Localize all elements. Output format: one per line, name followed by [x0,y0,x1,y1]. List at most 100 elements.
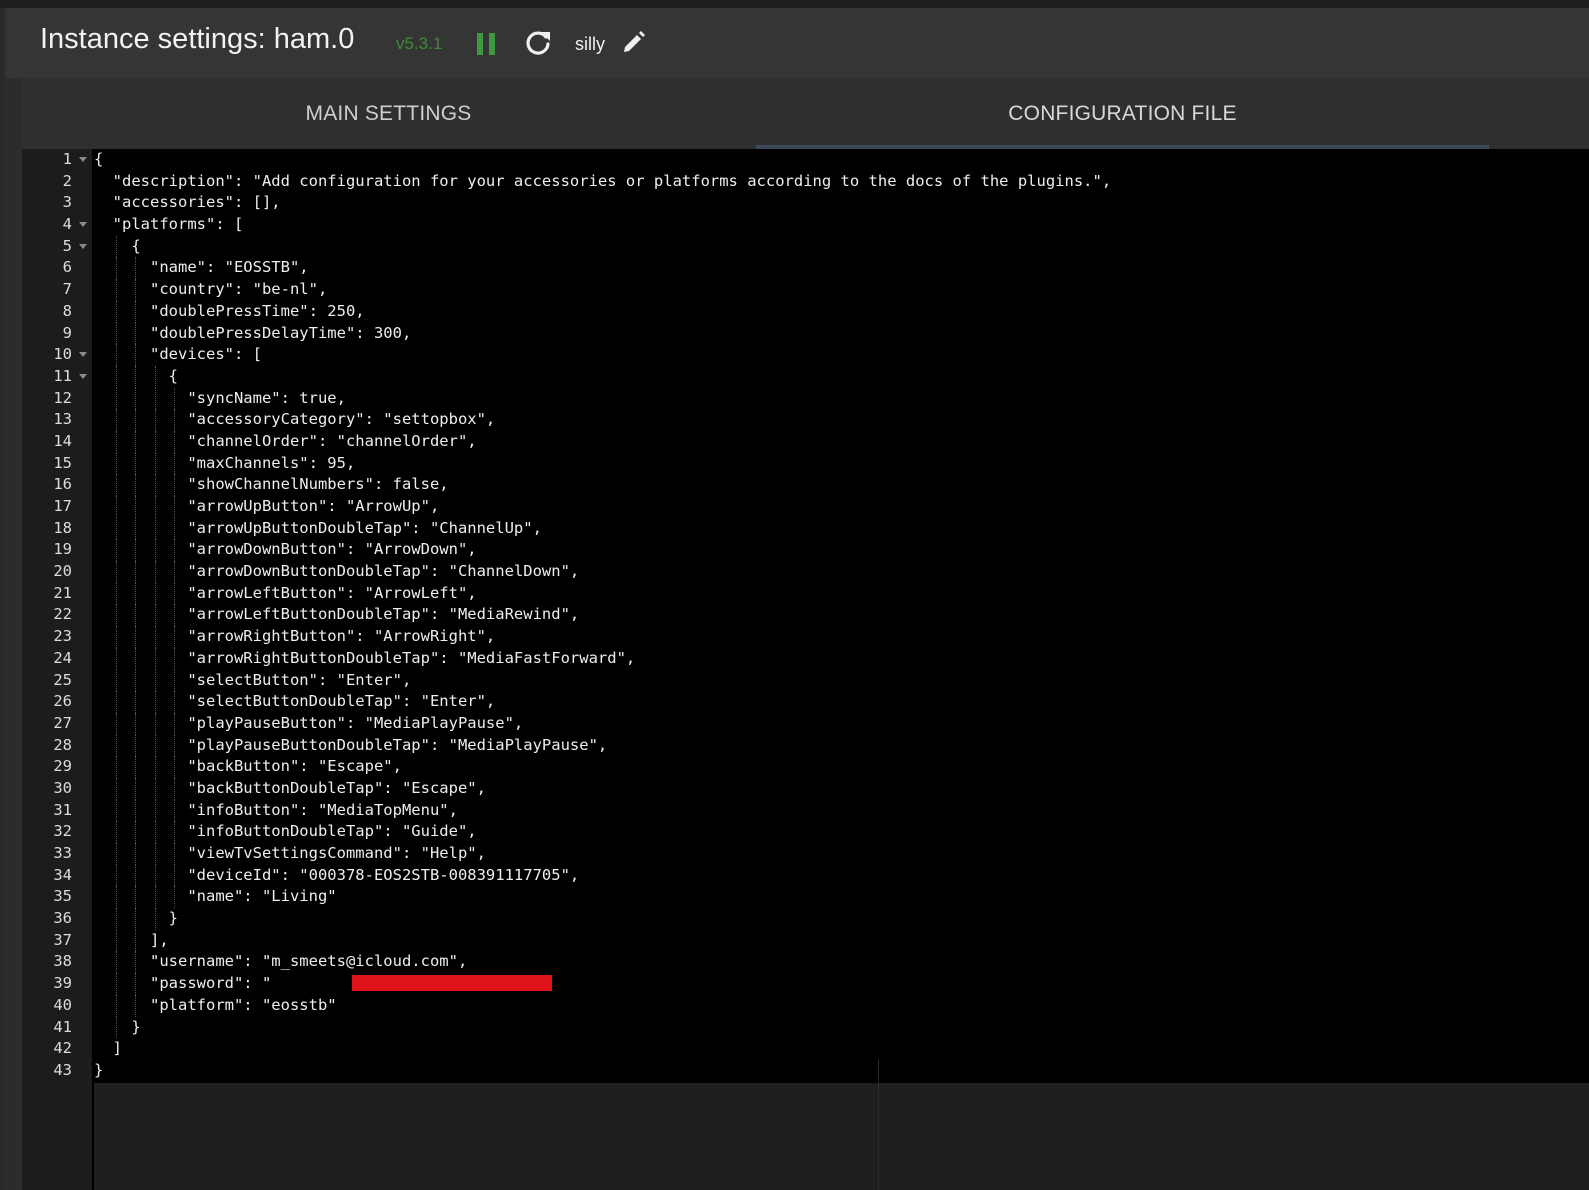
code-line[interactable]: "name": "EOSSTB", [94,257,1111,280]
indent-guide [174,561,175,583]
password-redaction [352,975,552,991]
code-line[interactable]: "country": "be-nl", [94,279,1111,301]
indent-guide [135,430,136,453]
code-line[interactable]: "accessoryCategory": "settopbox", [94,409,1111,431]
code-line[interactable]: "arrowRightButtonDoubleTap": "MediaFastF… [94,647,1111,670]
indent-guide [115,908,117,930]
code-line[interactable]: "arrowUpButtonDoubleTap": "ChannelUp", [94,517,1111,540]
code-line[interactable]: "syncName": true, [94,387,1111,410]
indent-guide [135,344,136,366]
indent-guide [135,734,136,757]
code-line[interactable]: "arrowDownButtonDoubleTap": "ChannelDown… [94,561,1111,583]
indent-guide [135,864,136,887]
code-line[interactable]: "arrowRightButton": "ArrowRight", [94,626,1111,648]
code-line[interactable]: "doublePressDelayTime": 300, [94,322,1111,345]
code-line[interactable]: "infoButton": "MediaTopMenu", [94,799,1111,822]
code-line[interactable]: "infoButtonDoubleTap": "Guide", [94,821,1111,843]
indent-guide [115,691,117,713]
indent-guide [115,322,117,345]
editor-empty-area[interactable] [94,1083,1589,1190]
code-line[interactable]: "playPauseButton": "MediaPlayPause", [94,712,1111,735]
indent-guide [115,496,117,518]
code-line[interactable]: "arrowLeftButtonDoubleTap": "MediaRewind… [94,604,1111,627]
edit-log-level-button[interactable] [620,28,648,56]
indent-guide [174,756,175,778]
code-line[interactable]: "description": "Add configuration for yo… [94,171,1112,193]
code-line[interactable]: "playPauseButtonDoubleTap": "MediaPlayPa… [94,734,1111,757]
indent-guide [154,777,156,800]
fold-arrow-icon[interactable] [79,373,87,379]
indent-guide [174,604,175,627]
code-line[interactable]: } [94,1060,1111,1082]
code-line[interactable]: "platform": "eosstb" [94,994,1111,1017]
code-line[interactable]: ] [94,1038,1111,1060]
indent-guide [115,387,117,410]
indent-guide [154,712,156,735]
indent-guide [135,409,136,431]
fold-arrow-icon[interactable] [79,222,87,228]
code-line[interactable]: { [94,235,1111,258]
indent-guide [135,994,136,1017]
code-line[interactable]: } [94,908,1111,930]
tab-configuration-file[interactable]: CONFIGURATION FILE [756,78,1489,149]
code-line[interactable]: "viewTvSettingsCommand": "Help", [94,843,1111,865]
page-title: Instance settings: ham.0 [40,23,355,55]
fold-arrow-icon[interactable] [79,243,87,249]
code-line[interactable]: "channelOrder": "channelOrder", [94,430,1111,453]
code-line[interactable]: "arrowUpButton": "ArrowUp", [94,496,1111,518]
code-line[interactable]: "selectButtonDoubleTap": "Enter", [94,691,1111,713]
code-line[interactable]: "selectButton": "Enter", [94,669,1111,692]
code-lines[interactable]: { "description": "Add configuration for … [94,149,1111,1082]
code-line[interactable]: "arrowLeftButton": "ArrowLeft", [94,582,1111,605]
line-number: 5 [22,236,92,258]
indent-guide [115,561,117,583]
indent-guide [115,864,117,887]
fold-arrow-icon[interactable] [79,352,87,358]
line-number: 19 [53,540,72,559]
code-line[interactable]: "deviceId": "000378-EOS2STB-008391117705… [94,864,1111,887]
code-line[interactable]: "password": " ", [94,973,1111,995]
indent-guide [135,496,136,518]
code-line[interactable]: "backButton": "Escape", [94,756,1111,778]
code-line[interactable]: "doublePressTime": 250, [94,300,1111,323]
indent-guide [115,626,117,648]
indent-guide [135,387,136,410]
indent-guide [115,539,117,562]
indent-guide [154,799,156,822]
pause-button[interactable] [475,31,499,57]
indent-guide [154,517,156,540]
indent-guide [135,561,136,583]
indent-guide [115,777,117,800]
indent-guide [115,951,117,974]
code-line[interactable]: "username": "m_smeets@icloud.com", [94,951,1111,974]
tab-main-settings[interactable]: MAIN SETTINGS [22,78,755,149]
line-number: 24 [53,648,72,667]
indent-guide [115,973,117,995]
code-line[interactable]: "maxChannels": 95, [94,452,1111,475]
config-editor[interactable]: 1 2 3 4 5 6 7 8 9 10 11 12 13 14 15 16 17 18 19 20 21 22 23 24 2… [22,149,1589,1190]
code-line[interactable]: "name": "Living" [94,886,1111,909]
indent-guide [174,626,175,648]
code-line[interactable]: "accessories": [], [94,192,1111,214]
code-line[interactable]: ], [94,929,1111,952]
indent-guide [174,647,175,670]
code-line[interactable]: { [94,149,1111,171]
indent-guide [135,712,136,735]
code-line[interactable]: "devices": [ [94,344,1111,366]
code-line[interactable]: "arrowDownButton": "ArrowDown", [94,539,1111,562]
indent-guide [135,647,136,670]
code-line[interactable]: "platforms": [ [94,214,1111,236]
fold-arrow-icon[interactable] [79,157,87,162]
indent-guide [174,799,175,822]
code-line[interactable]: "backButtonDoubleTap": "Escape", [94,777,1111,800]
indent-guide [135,843,136,865]
code-area[interactable]: { "description": "Add configuration for … [94,149,1589,1190]
indent-guide [115,582,117,605]
editor-panel-divider [878,1059,879,1190]
line-number: 38 [53,952,72,971]
code-line[interactable]: } [94,1016,1111,1039]
reload-button[interactable] [523,28,553,58]
indent-guide [174,496,175,518]
code-line[interactable]: "showChannelNumbers": false, [94,474,1111,496]
code-line[interactable]: { [94,365,1111,388]
